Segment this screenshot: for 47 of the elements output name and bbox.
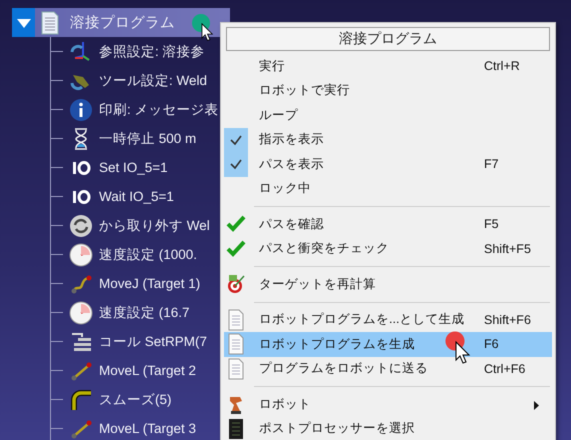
tree-item-label[interactable]: 速度設定 (1000. (99, 246, 198, 264)
menu-item[interactable]: パスを確認 F5 (224, 212, 552, 236)
checkmark-icon (229, 158, 243, 170)
tree-item-label[interactable]: から取り外す Wel (99, 216, 210, 234)
tree-item-label[interactable]: スムーズ(5) (99, 390, 172, 408)
tree-item-label[interactable]: 印刷: メッセージ表 (99, 100, 219, 118)
menu-item[interactable]: パスと衝突をチェック Shift+F5 (224, 236, 552, 261)
menu-item[interactable]: ロボット (224, 392, 552, 416)
document-icon (40, 10, 60, 34)
menu-item[interactable]: ターゲットを再計算 (224, 272, 552, 296)
menu-item[interactable]: ループ (224, 103, 552, 128)
menu-item[interactable]: ロボットで実行 (224, 78, 552, 103)
tree-item-label[interactable]: MoveL (Target 2 (99, 363, 196, 378)
tree-item-label[interactable]: 一時停止 500 m (99, 130, 196, 148)
swap-icon (69, 214, 93, 238)
cursor-icon (201, 23, 214, 42)
gauge-icon (69, 242, 93, 266)
tree-item-label[interactable]: 速度設定 (16.7 (99, 304, 190, 322)
tree-item-label[interactable]: Wait IO_5=1 (99, 189, 174, 204)
tree-item-label[interactable]: MoveJ (Target 1) (99, 276, 200, 291)
expand-toggle[interactable] (12, 8, 35, 37)
menu-item[interactable]: ロボットプログラムを生成 F6 (224, 332, 552, 356)
tree-item-label[interactable]: MoveL (Target 3 (99, 421, 196, 436)
cursor-icon (455, 341, 471, 365)
document-icon (226, 333, 246, 356)
document-icon (226, 358, 246, 380)
curve-icon (69, 388, 93, 412)
tree-item-label[interactable]: 参照設定: 溶接参 (99, 42, 205, 60)
menu-item[interactable]: 実行 Ctrl+R (224, 54, 552, 78)
target-icon (226, 273, 246, 296)
tree-item-label[interactable]: Set IO_5=1 (99, 160, 168, 175)
caret-icon (16, 16, 32, 28)
menu-item[interactable]: ロボットプログラムを...として生成 Shift+F6 (224, 308, 552, 332)
document-icon (226, 308, 246, 331)
tree-item[interactable]: 溶接プログラム (35, 8, 230, 37)
menu-item[interactable]: 指示を表示 (224, 128, 552, 152)
tree-item-label[interactable]: コール SetRPM(7 (99, 332, 208, 350)
menu-item[interactable]: プログラムをロボットに送る Ctrl+F6 (224, 356, 552, 381)
checkmark-icon (229, 134, 243, 146)
menu-title: 溶接プログラム (226, 27, 550, 51)
tree-item-label[interactable]: ツール設定: Weld (99, 72, 208, 90)
menu-item[interactable]: ロック中 (224, 176, 552, 201)
gauge-icon (69, 300, 93, 324)
info-icon (69, 98, 93, 122)
post-processor-icon (226, 418, 246, 440)
menu-item[interactable]: ポストプロセッサーを選択 (224, 416, 552, 440)
menu-item[interactable]: パスを表示 F7 (224, 152, 552, 176)
